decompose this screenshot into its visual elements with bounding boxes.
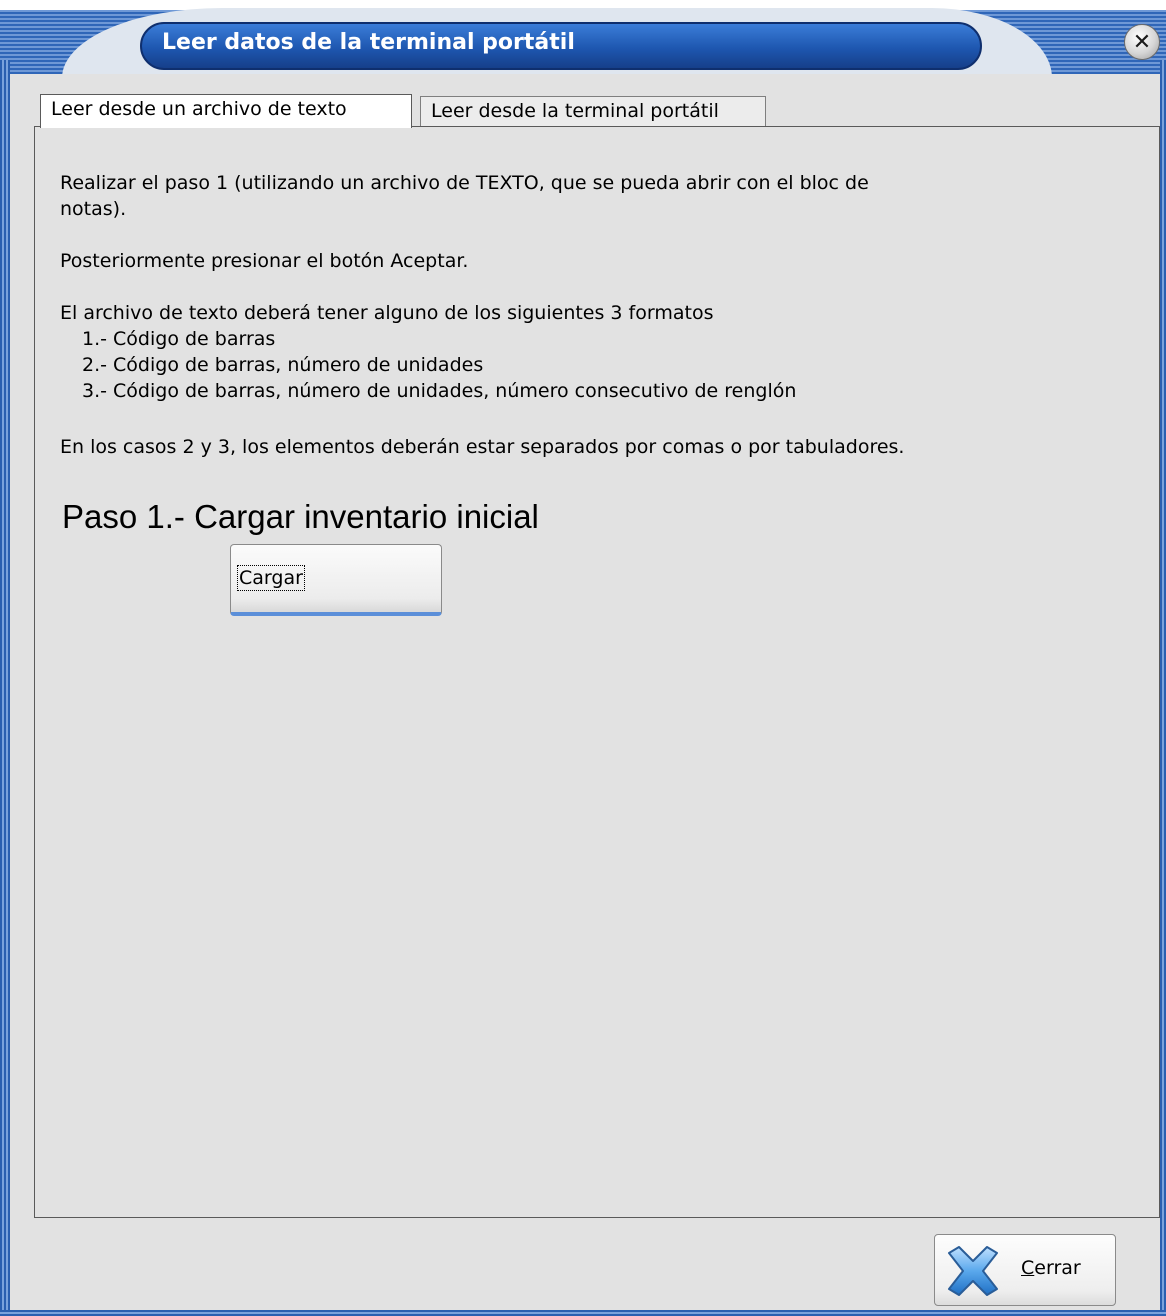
dialog-window: Leer datos de la terminal portátil ✕ Lee… xyxy=(0,0,1166,1316)
format-item-1: 1.- Código de barras xyxy=(82,328,276,350)
instruction-line-1: Realizar el paso 1 (utilizando un archiv… xyxy=(60,172,869,194)
window-frame-right xyxy=(1160,60,1166,1316)
window-close-button[interactable]: ✕ xyxy=(1124,24,1160,60)
instruction-line-2: notas). xyxy=(60,198,127,220)
window-title: Leer datos de la terminal portátil xyxy=(162,30,575,55)
instruction-line-4: El archivo de texto deberá tener alguno … xyxy=(60,302,714,324)
window-frame-left xyxy=(0,60,10,1316)
cerrar-button[interactable]: Cerrar xyxy=(934,1234,1116,1306)
format-item-2: 2.- Código de barras, número de unidades xyxy=(82,354,484,376)
instruction-line-5: En los casos 2 y 3, los elementos deberá… xyxy=(60,436,905,458)
cargar-button-label: Cargar xyxy=(237,565,305,591)
window-frame-bottom xyxy=(0,1310,1166,1316)
cargar-button[interactable]: Cargar xyxy=(230,544,442,616)
tab-panel-archivo-texto xyxy=(34,126,1160,1218)
x-cross-icon xyxy=(948,1246,998,1296)
tab-leer-archivo-texto[interactable]: Leer desde un archivo de texto xyxy=(40,94,412,128)
tab-leer-terminal-portatil[interactable]: Leer desde la terminal portátil xyxy=(420,96,766,126)
instruction-line-3: Posteriormente presionar el botón Acepta… xyxy=(60,250,469,272)
step1-heading: Paso 1.- Cargar inventario inicial xyxy=(62,498,539,535)
format-item-3: 3.- Código de barras, número de unidades… xyxy=(82,380,797,402)
close-icon: ✕ xyxy=(1132,29,1152,55)
cerrar-button-label: Cerrar xyxy=(1021,1257,1081,1279)
